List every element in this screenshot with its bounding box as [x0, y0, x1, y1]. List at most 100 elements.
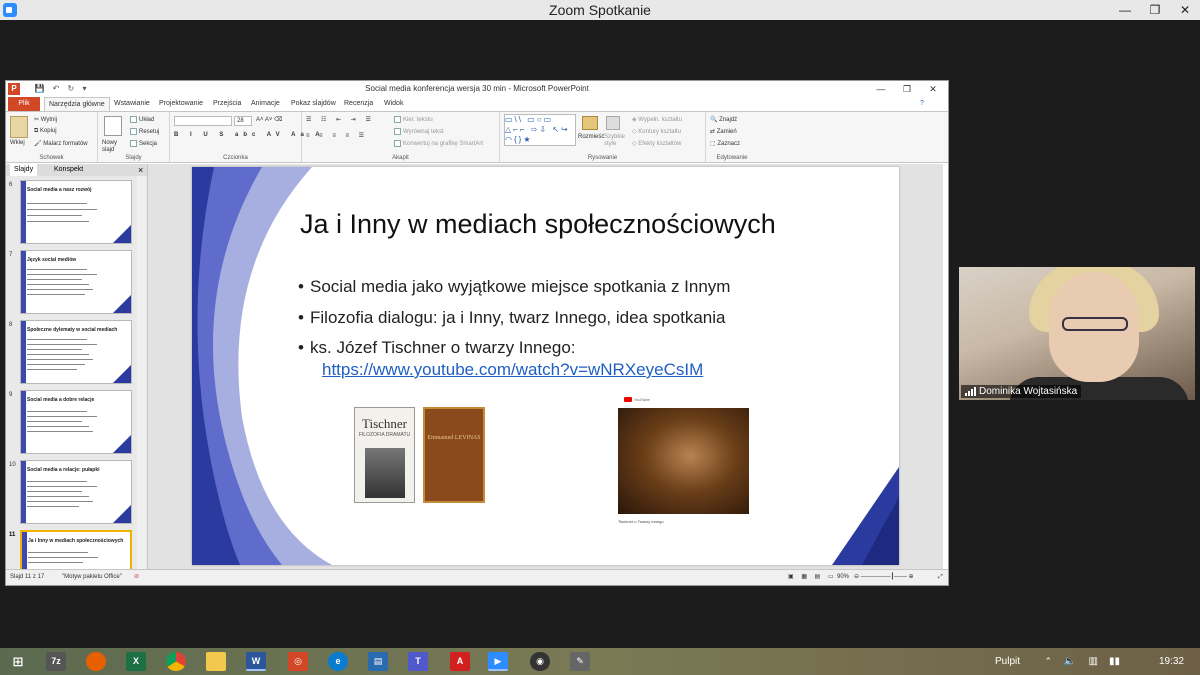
grow-shrink-font-buttons[interactable]: A˄ A˅ ⌫ [256, 116, 283, 123]
tray-expand-icon[interactable]: ⌃ [1044, 648, 1052, 675]
thumbnail-slide-10[interactable]: 10 Social media a relacje: pułapki [6, 460, 146, 526]
format-painter-button[interactable]: 🖌 Malarz formatów [34, 140, 88, 147]
thumbnail-slide-8[interactable]: 8 Społeczne dylematy w social mediach [6, 320, 146, 386]
slide-title[interactable]: Ja i Inny w mediach społecznościowych [300, 209, 776, 240]
arrange-button[interactable]: Rozmieść [578, 134, 604, 140]
edge-icon[interactable]: e [328, 652, 348, 671]
tab-animations[interactable]: Animacje [247, 97, 284, 111]
shapes-gallery[interactable]: ▭\\ ▭○▭ △⌐⌐ ⇨⇩ ↖↪ ◠{}★ [504, 114, 576, 146]
shape-fill-button[interactable]: ◈ Wypełn. kształtu [632, 116, 682, 123]
list-buttons[interactable]: ☰ ☷ ⇤ ⇥ ☰ [306, 116, 375, 123]
thumbnail-slide-6[interactable]: 6 Social media a nasz rozwój [6, 180, 146, 246]
help-icon[interactable]: ? [916, 97, 928, 111]
tab-review[interactable]: Recenzja [340, 97, 377, 111]
zoom-slider[interactable]: ⊖ ───────┃─── ⊕ [854, 570, 914, 585]
quick-styles-button[interactable]: Szybkie style [604, 134, 626, 148]
shape-outline-button[interactable]: ◇ Kontury kształtu [632, 128, 681, 135]
firefox-icon[interactable] [86, 652, 106, 671]
new-slide-icon[interactable] [104, 116, 122, 136]
tab-file[interactable]: Plik [8, 97, 40, 111]
file-explorer-icon[interactable] [206, 652, 226, 671]
spellcheck-icon[interactable]: ⊘ [134, 570, 139, 585]
clock[interactable]: 19:32 [1159, 648, 1184, 675]
tab-design[interactable]: Projektowanie [155, 97, 207, 111]
copy-label: Kopiuj [39, 128, 57, 134]
zoom-close-button[interactable]: ✕ [1170, 0, 1200, 20]
network-app-icon[interactable]: ▤ [368, 652, 388, 671]
tab-outline[interactable]: Konspekt [50, 164, 87, 176]
word-icon[interactable]: W [246, 652, 266, 671]
tab-view[interactable]: Widok [380, 97, 407, 111]
reset-button[interactable]: Resetuj [130, 128, 159, 135]
thumbnail-slide-7[interactable]: 7 Język social mediów [6, 250, 146, 316]
section-button[interactable]: Sekcja [130, 140, 157, 147]
layout-button[interactable]: Układ [130, 116, 154, 123]
slide-bullet[interactable]: ks. Józef Tischner o twarzy Innego: [298, 338, 575, 358]
zoom-minimize-button[interactable]: — [1110, 0, 1140, 20]
smartart-button[interactable]: Konwertuj na grafikę SmartArt [394, 140, 483, 147]
fit-slide-icon[interactable]: ⤢ [938, 570, 943, 585]
ribbon-tabs: Plik Narzędzia główne Wstawianie Projekt… [6, 97, 948, 112]
device-icon[interactable]: ▥ [1089, 648, 1098, 675]
find-button[interactable]: 🔍 Znajdź [710, 116, 737, 123]
zoom-level[interactable]: 90% [837, 570, 849, 585]
chrome-icon[interactable] [166, 652, 186, 671]
webcam-person-glasses [1062, 317, 1128, 331]
tab-slideshow[interactable]: Pokaz slajdów [287, 97, 340, 111]
zoom-taskbar-icon[interactable]: ▶ [488, 652, 508, 671]
status-bar: Slajd 11 z 17 "Motyw pakietu Office" ⊘ ▣… [6, 569, 948, 585]
ppt-minimize-button[interactable]: — [868, 81, 894, 97]
tab-home[interactable]: Narzędzia główne [44, 97, 110, 112]
smartart-label: Konwertuj na grafikę SmartArt [403, 141, 484, 148]
pen-tool-icon[interactable]: ✎ [570, 652, 590, 671]
snagit-icon[interactable]: ◎ [288, 652, 308, 671]
font-size-select[interactable]: 28 [234, 116, 252, 126]
book-cover-levinas[interactable]: Emmanuel LEVINAS [423, 407, 485, 503]
arrange-icon[interactable] [582, 116, 598, 130]
tab-insert[interactable]: Wstawianie [110, 97, 154, 111]
ribbon: Wklej ✂ Wytnij ⧉ Kopiuj 🖌 Malarz formató… [6, 111, 948, 163]
cut-button[interactable]: ✂ Wytnij [34, 116, 57, 123]
tab-transitions[interactable]: Przejścia [209, 97, 245, 111]
paste-icon[interactable] [10, 116, 28, 138]
teams-icon[interactable]: T [408, 652, 428, 671]
layout-label: Układ [139, 117, 155, 124]
webcam-video[interactable]: Dominika Wojtasińska [959, 267, 1195, 400]
quick-styles-icon[interactable] [606, 116, 620, 130]
thumbnail-title: Social media a relacje: pułapki [27, 467, 100, 473]
font-family-select[interactable] [174, 116, 232, 126]
volume-icon[interactable]: 🔈 [1064, 648, 1076, 675]
select-label: Zaznacz [717, 141, 741, 147]
new-slide-button[interactable]: Nowy slajd [102, 140, 128, 154]
pane-scrollbar[interactable] [137, 176, 146, 571]
ppt-restore-button[interactable]: ❐ [894, 81, 920, 97]
youtube-video-screenshot[interactable]: YouTube Tischner o Twarzy Innego [616, 394, 753, 534]
select-button[interactable]: ⬚ Zaznacz [710, 140, 740, 147]
thumbnail-number: 6 [9, 182, 13, 188]
slide-bullet[interactable]: Social media jako wyjątkowe miejsce spot… [298, 277, 730, 297]
pane-close-button[interactable]: × [134, 164, 147, 176]
acrobat-icon[interactable]: A [450, 652, 470, 671]
youtube-link[interactable]: https://www.youtube.com/watch?v=wNRXeyeC… [322, 360, 703, 380]
align-buttons[interactable]: ≡ ≡ ≡ ≡ ☰ [306, 132, 368, 139]
shape-effects-button[interactable]: ◇ Efekty kształtów [632, 140, 681, 147]
replace-button[interactable]: ⇄ Zamień [710, 128, 737, 135]
thumbnail-slide-9[interactable]: 9 Social media a dobre relacje [6, 390, 146, 456]
ppt-close-button[interactable]: ✕ [920, 81, 946, 97]
slide-bullet[interactable]: Filozofia dialogu: ja i Inny, twarz Inne… [298, 308, 725, 328]
obs-icon[interactable]: ◉ [530, 652, 550, 671]
tab-slides[interactable]: Slajdy [10, 164, 38, 176]
quick-access-toolbar[interactable]: 💾 ↶ ↻ ▾ [24, 81, 90, 97]
network-icon[interactable]: ▮▮ [1109, 648, 1120, 675]
book-cover-tischner[interactable]: Tischner FILOZOFIA DRAMATU [354, 407, 415, 503]
align-text-button[interactable]: Wyrównaj tekst [394, 128, 444, 135]
7zip-icon[interactable]: 7z [46, 652, 66, 671]
paste-button[interactable]: Wklej [10, 140, 25, 146]
view-buttons[interactable]: ▣ ▦ ▤ ▭ [788, 570, 837, 585]
copy-button[interactable]: ⧉ Kopiuj [34, 128, 57, 135]
text-direction-button[interactable]: Kier. tekstu [394, 116, 433, 123]
windows-start-icon[interactable]: ⊞ [8, 652, 28, 671]
excel-icon[interactable]: X [126, 652, 146, 671]
zoom-maximize-button[interactable]: ❐ [1140, 0, 1170, 20]
desktop-toolbar[interactable]: Pulpit [995, 648, 1020, 675]
